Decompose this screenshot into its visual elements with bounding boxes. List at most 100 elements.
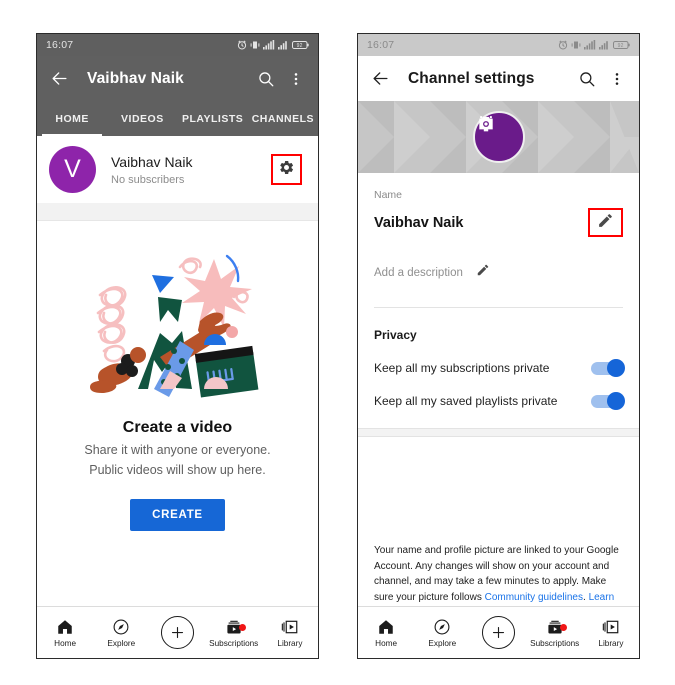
channel-banner[interactable] [358,101,639,173]
privacy-toggle-subscriptions[interactable]: Keep all my subscriptions private [374,358,625,377]
nav-label: Subscriptions [530,638,580,648]
signal-2-icon [278,41,287,50]
nav-item-create[interactable] [149,616,205,649]
plus-circle-icon[interactable] [161,616,194,649]
more-vertical-icon[interactable] [283,66,309,92]
tab-channels[interactable]: CHANNELS [248,101,318,136]
subscriptions-badge [559,623,567,631]
vibrate-icon [250,41,260,49]
empty-state: Create a video Share it with anyone or e… [37,221,318,610]
status-bar-time: 16:07 [46,39,74,51]
nav-label: Explore [107,638,136,648]
privacy-toggle-playlists[interactable]: Keep all my saved playlists private [374,391,625,410]
community-guidelines-link[interactable]: Community guidelines [485,592,583,603]
toggle-label: Keep all my saved playlists private [374,394,558,408]
home-icon [379,619,393,634]
channel-header-row: V Vaibhav Naik No subscribers [37,136,318,203]
status-bar: 16:07 92 [37,34,318,56]
create-video-illustration [89,254,258,398]
toggle-knob [607,391,625,410]
svg-text:92: 92 [618,43,624,49]
subscriptions-badge [238,623,246,631]
nav-item-subscriptions[interactable]: Subscriptions [527,618,583,648]
screenshot-canvas: 16:07 92 Vaibhav Naik HOME VIDEOS PLAYLI… [0,0,675,685]
nav-item-library[interactable]: Library [262,618,318,648]
tab-playlists[interactable]: PLAYLISTS [178,101,248,136]
bottom-nav: Home Explore Subscriptions Library [37,606,318,658]
bottom-nav: Home Explore Subscriptions Library [358,606,639,658]
channel-avatar-edit[interactable] [472,111,525,163]
toggle-knob [607,358,625,377]
tab-videos[interactable]: VIDEOS [107,101,177,136]
avatar-initial: V [64,155,81,183]
tab-label: HOME [55,112,89,125]
status-bar: 16:07 92 [358,34,639,56]
section-divider-strip [37,203,318,221]
back-arrow-icon[interactable] [367,66,393,92]
tab-label: CHANNELS [251,112,315,125]
page-title: Channel settings [408,69,535,87]
toggle-switch[interactable] [591,391,625,410]
tab-label: VIDEOS [121,112,164,125]
alarm-icon [558,40,568,50]
pencil-icon[interactable] [597,212,614,234]
nav-label: Subscriptions [209,638,259,648]
content-spacer [358,437,639,543]
vibrate-icon [571,41,581,49]
search-icon[interactable] [574,66,600,92]
empty-state-title: Create a video [122,419,233,436]
channel-tabs: HOME VIDEOS PLAYLISTS CHANNELS [37,101,318,136]
tab-home[interactable]: HOME [37,101,107,136]
toggle-switch[interactable] [591,358,625,377]
signal-2-icon [599,41,608,50]
app-bar: Vaibhav Naik [37,56,318,101]
empty-state-line-1: Share it with anyone or everyone. [84,443,271,457]
home-icon [58,619,72,634]
gear-icon[interactable] [278,159,295,181]
subscriber-count: No subscribers [111,173,185,186]
battery-icon: 92 [613,41,630,49]
nav-item-home[interactable]: Home [37,618,93,648]
library-icon [602,620,619,633]
left-phone-screen: 16:07 92 Vaibhav Naik HOME VIDEOS PLAYLI… [36,33,319,659]
channel-info: Vaibhav Naik No subscribers [111,154,271,186]
status-bar-icons: 92 [558,40,630,50]
svg-text:92: 92 [297,43,303,49]
signal-1-icon [263,40,275,50]
description-field-row[interactable]: Add a description [374,263,623,282]
status-bar-icons: 92 [237,40,309,50]
section-divider-band [358,428,639,437]
create-button[interactable]: CREATE [130,499,225,531]
pencil-icon[interactable] [476,263,490,282]
name-field-row: Vaibhav Naik [374,208,623,237]
right-phone-screen: 16:07 92 Channel settings Name Vaibhav N… [357,33,640,659]
name-field-value: Vaibhav Naik [374,214,464,231]
nav-label: Home [54,638,77,648]
toggle-label: Keep all my subscriptions private [374,361,550,375]
privacy-section-title: Privacy [374,328,417,342]
nav-item-explore[interactable]: Explore [93,618,149,648]
search-icon[interactable] [253,66,279,92]
nav-label: Library [277,638,303,648]
plus-circle-icon[interactable] [482,616,515,649]
compass-icon [434,619,450,634]
name-edit-highlight [588,208,623,237]
nav-item-home[interactable]: Home [358,618,414,648]
nav-item-subscriptions[interactable]: Subscriptions [206,618,262,648]
nav-label: Home [375,638,398,648]
nav-item-explore[interactable]: Explore [414,618,470,648]
nav-label: Library [598,638,624,648]
alarm-icon [237,40,247,50]
settings-button-highlight [271,154,302,185]
camera-icon [478,116,493,132]
nav-item-create[interactable] [470,616,526,649]
battery-icon: 92 [292,41,309,49]
nav-item-library[interactable]: Library [583,618,639,648]
compass-icon [113,619,129,634]
back-arrow-icon[interactable] [46,66,72,92]
page-title: Vaibhav Naik [87,69,184,87]
app-bar: Channel settings [358,56,639,101]
more-vertical-icon[interactable] [604,66,630,92]
status-bar-time: 16:07 [367,39,395,51]
channel-name: Vaibhav Naik [111,153,193,170]
